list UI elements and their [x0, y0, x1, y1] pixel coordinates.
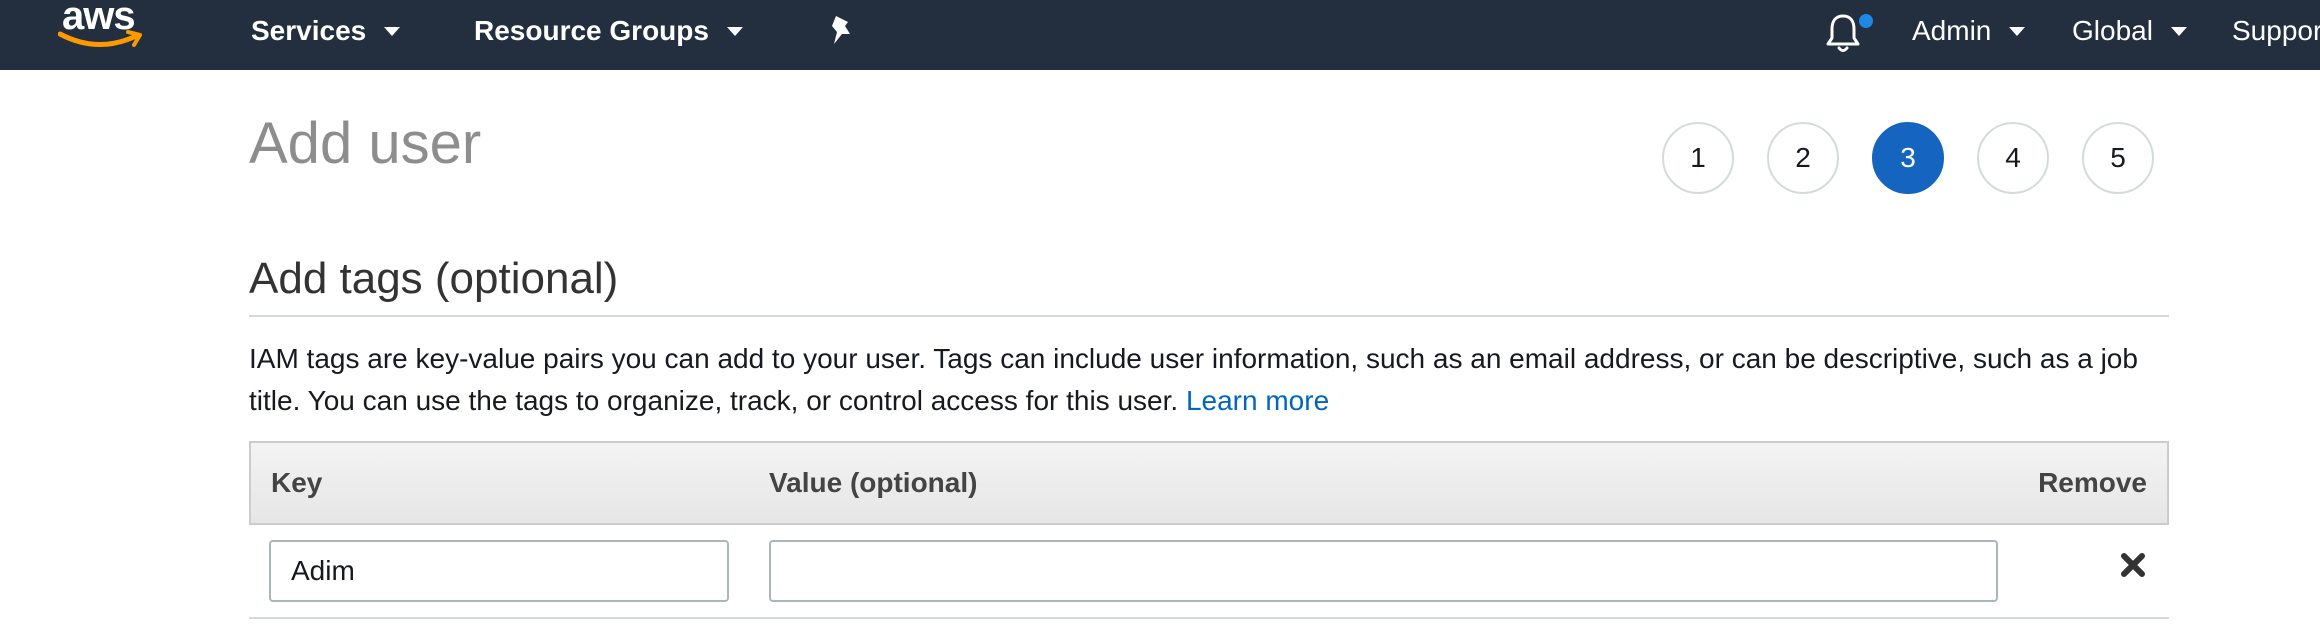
remove-icon[interactable]: [2119, 551, 2147, 579]
pin-icon[interactable]: [826, 14, 856, 48]
bell-icon[interactable]: [1824, 12, 1862, 54]
support-label: Support: [2232, 15, 2320, 46]
step-3-active[interactable]: 3: [1872, 122, 1944, 194]
section-divider: [249, 315, 2169, 317]
resource-groups-label: Resource Groups: [474, 15, 709, 46]
services-label: Services: [251, 15, 367, 46]
step-4[interactable]: 4: [1977, 122, 2049, 194]
step-5[interactable]: 5: [2082, 122, 2154, 194]
chevron-down-icon: [2009, 26, 2026, 36]
account-label: Admin: [1912, 15, 1992, 46]
page-title: Add user: [249, 111, 482, 176]
notification-dot: [1859, 14, 1873, 28]
chevron-down-icon: [2170, 26, 2187, 36]
support-menu[interactable]: Support: [2232, 0, 2320, 62]
column-header-value: Value (optional): [769, 467, 978, 498]
tag-key-input[interactable]: [269, 540, 729, 602]
top-nav: aws Services Resource Groups Admin Globa…: [0, 0, 2320, 70]
tags-table: Key Value (optional) Remove: [249, 441, 2169, 619]
region-label: Global: [2072, 15, 2153, 46]
table-row: [249, 525, 2169, 619]
learn-more-link[interactable]: Learn more: [1186, 385, 1329, 416]
region-menu[interactable]: Global: [2072, 0, 2187, 62]
column-header-key: Key: [271, 467, 323, 498]
section-title: Add tags (optional): [249, 254, 619, 303]
column-header-remove: Remove: [2038, 467, 2147, 498]
aws-logo[interactable]: aws: [58, 0, 148, 56]
step-1[interactable]: 1: [1662, 122, 1734, 194]
resource-groups-menu[interactable]: Resource Groups: [474, 0, 743, 62]
section-description: IAM tags are key-value pairs you can add…: [249, 338, 2169, 422]
tag-value-input[interactable]: [769, 540, 1998, 602]
step-2[interactable]: 2: [1767, 122, 1839, 194]
wizard-steps: 1 2 3 4 5: [1662, 122, 2154, 194]
services-menu[interactable]: Services: [251, 0, 401, 62]
chevron-down-icon: [726, 26, 743, 36]
chevron-down-icon: [384, 26, 401, 36]
smile-icon: [58, 30, 142, 47]
table-header: Key Value (optional) Remove: [249, 441, 2169, 525]
account-menu[interactable]: Admin: [1912, 0, 2026, 62]
